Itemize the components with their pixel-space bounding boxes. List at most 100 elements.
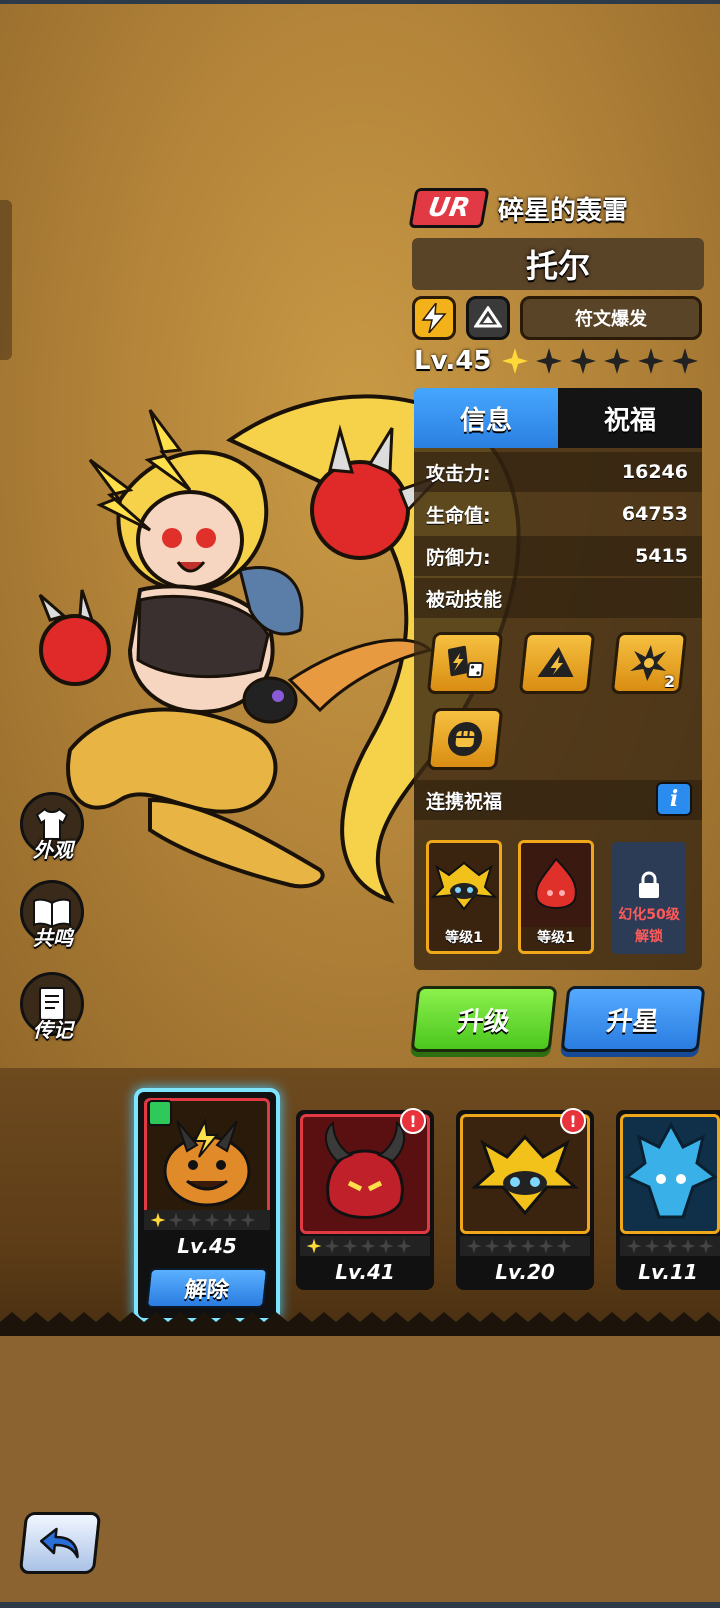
unequip-button[interactable]: 解除: [145, 1268, 269, 1308]
star-empty-icon: [570, 348, 597, 374]
star-empty-icon: [680, 1238, 696, 1254]
level-stars-row: Lv.45: [414, 346, 705, 376]
stat-value: 16246: [621, 461, 688, 483]
hero-name: 托尔: [412, 238, 704, 290]
star-up-button[interactable]: 升星: [560, 986, 706, 1052]
unlock-requirement-line1: 幻化50级: [618, 907, 680, 923]
star-empty-icon: [360, 1238, 376, 1254]
triangle-class-icon[interactable]: [466, 296, 510, 340]
side-drawer-handle[interactable]: [0, 200, 12, 360]
star-empty-icon: [626, 1238, 642, 1254]
stat-value: 5415: [635, 545, 688, 567]
pet-level: Lv.45: [177, 1234, 237, 1258]
stat-attack: 攻击力: 16246: [414, 452, 702, 492]
tab-info[interactable]: 信息: [414, 388, 558, 448]
star-empty-icon: [698, 1238, 714, 1254]
star-empty-icon: [520, 1238, 536, 1254]
pet-stars: [460, 1236, 590, 1256]
pet-card[interactable]: ! Lv.41: [296, 1108, 434, 1290]
stat-label: 防御力:: [426, 546, 491, 569]
blessing-card-lightning[interactable]: 等级1: [426, 840, 502, 954]
top-border: [0, 0, 720, 4]
blessing-card-fire[interactable]: 等级1: [518, 840, 594, 954]
lightning-icon[interactable]: [412, 296, 456, 340]
back-button[interactable]: [18, 1512, 102, 1574]
star-filled-icon: [150, 1212, 166, 1228]
star-empty-icon: [484, 1238, 500, 1254]
equipped-icon: [148, 1100, 172, 1126]
blessing-card-locked[interactable]: 幻化50级 解锁: [612, 842, 686, 954]
divider-spikes: [0, 1312, 720, 1336]
back-arrow-icon: [39, 1527, 79, 1559]
unlock-requirement: 幻化50级 解锁: [612, 904, 686, 948]
bottom-border: [0, 1602, 720, 1608]
stat-label: 生命值:: [426, 504, 491, 527]
star-empty-icon: [502, 1238, 518, 1254]
appearance-button[interactable]: 外观: [18, 792, 88, 868]
skill-name-button[interactable]: 符文爆发: [520, 296, 702, 340]
burst-star-icon[interactable]: 2: [610, 632, 688, 694]
star-empty-icon: [378, 1238, 394, 1254]
stat-defense: 防御力: 5415: [414, 536, 702, 576]
pet-card-selected[interactable]: Lv.45 解除: [134, 1088, 280, 1322]
star-empty-icon: [240, 1212, 256, 1228]
lightning-spirit-icon: [429, 843, 499, 927]
hero-title: 碎星的轰雷: [498, 196, 629, 226]
star-empty-icon: [168, 1212, 184, 1228]
star-empty-icon: [644, 1238, 660, 1254]
star-empty-icon: [324, 1238, 340, 1254]
cards-dice-icon[interactable]: [426, 632, 504, 694]
star-empty-icon: [186, 1212, 202, 1228]
info-button[interactable]: i: [656, 782, 692, 816]
star-empty-icon: [556, 1238, 572, 1254]
rarity-badge: UR: [408, 188, 490, 228]
side-menu-label: 外观: [33, 838, 73, 862]
tab-blessing[interactable]: 祝福: [558, 388, 702, 448]
bottom-background: [0, 1330, 720, 1608]
unlock-requirement-line2: 解锁: [635, 929, 663, 945]
hero-level: Lv.45: [414, 346, 492, 376]
ice-pet-art: [624, 1121, 717, 1219]
biography-button[interactable]: 传记: [18, 972, 88, 1048]
tab-bar: 信息 祝福: [414, 388, 702, 448]
star-empty-icon: [638, 348, 665, 374]
pet-art-frame: [620, 1114, 720, 1234]
stat-hp: 生命值: 64753: [414, 494, 702, 534]
resonance-button[interactable]: 共鸣: [18, 880, 88, 956]
fire-spirit-icon: [521, 843, 591, 927]
star-empty-icon: [672, 348, 699, 374]
star-empty-icon: [396, 1238, 412, 1254]
skill-count: 2: [663, 672, 676, 691]
star-empty-icon: [662, 1238, 678, 1254]
pet-level: Lv.11: [638, 1260, 698, 1284]
pet-stars: [300, 1236, 430, 1256]
pet-card[interactable]: ! Lv.20: [456, 1108, 594, 1290]
passive-skills-heading: 被动技能: [414, 578, 702, 618]
alert-badge: !: [400, 1108, 426, 1134]
star-empty-icon: [222, 1212, 238, 1228]
star-empty-icon: [536, 348, 563, 374]
side-menu-label: 传记: [33, 1018, 73, 1042]
demon-pet-art: [325, 1120, 405, 1219]
star-filled-icon: [502, 348, 529, 374]
star-empty-icon: [466, 1238, 482, 1254]
blessing-level: 等级1: [537, 930, 575, 946]
stat-value: 64753: [621, 503, 688, 525]
upgrade-button[interactable]: 升级: [410, 986, 558, 1052]
lightning-triangle-icon[interactable]: [518, 632, 596, 694]
lightning-pet-art: [471, 1134, 579, 1216]
lock-icon: [639, 871, 659, 898]
pet-level: Lv.41: [335, 1260, 395, 1284]
pet-stars: [144, 1210, 270, 1230]
star-empty-icon: [538, 1238, 554, 1254]
pet-card[interactable]: Lv.11: [616, 1110, 720, 1290]
fist-icon[interactable]: [426, 708, 504, 770]
star-empty-icon: [342, 1238, 358, 1254]
pet-level: Lv.20: [495, 1260, 555, 1284]
star-filled-icon: [306, 1238, 322, 1254]
pet-stars: [620, 1236, 720, 1256]
alert-badge: !: [560, 1108, 586, 1134]
blessing-level: 等级1: [445, 930, 483, 946]
stat-label: 攻击力:: [426, 462, 491, 485]
star-empty-icon: [204, 1212, 220, 1228]
